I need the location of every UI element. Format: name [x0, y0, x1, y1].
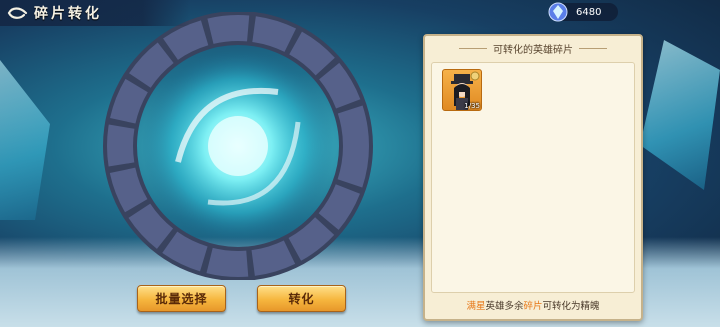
crystal-gem-icon [548, 2, 568, 22]
currency-amount: 6480 [576, 6, 602, 18]
back-button[interactable] [0, 0, 34, 26]
portal-ring-image [103, 12, 373, 280]
divider [459, 47, 487, 49]
ice-crystal [640, 40, 720, 190]
currency-display: 6480 [548, 2, 618, 22]
footer-highlight: 满星 [466, 301, 486, 312]
panel-header: 可转化的英雄碎片 [425, 36, 641, 60]
hero-fragment-panel: 可转化的英雄碎片 1/35 满星 英雄多余 碎片 可转化为精魄 [423, 34, 643, 321]
footer-text: 英雄多余 [485, 301, 524, 312]
hero-fragment-item[interactable]: 1/35 [442, 69, 482, 111]
convert-button[interactable]: 转化 [257, 285, 346, 312]
footer-highlight: 碎片 [523, 301, 543, 312]
page-title: 碎片转化 [34, 6, 102, 22]
ice-crystal [0, 60, 50, 220]
top-bar: 碎片转化 [0, 0, 190, 26]
divider [579, 47, 607, 49]
panel-title: 可转化的英雄碎片 [493, 44, 573, 56]
batch-select-button[interactable]: 批量选择 [137, 285, 226, 312]
footer-text: 可转化为精魄 [542, 301, 600, 312]
fragment-list: 1/35 [431, 62, 635, 293]
fragment-count: 1/35 [464, 102, 480, 110]
back-arrow-icon [7, 7, 28, 19]
panel-footer-note: 满星 英雄多余 碎片 可转化为精魄 [425, 295, 641, 315]
